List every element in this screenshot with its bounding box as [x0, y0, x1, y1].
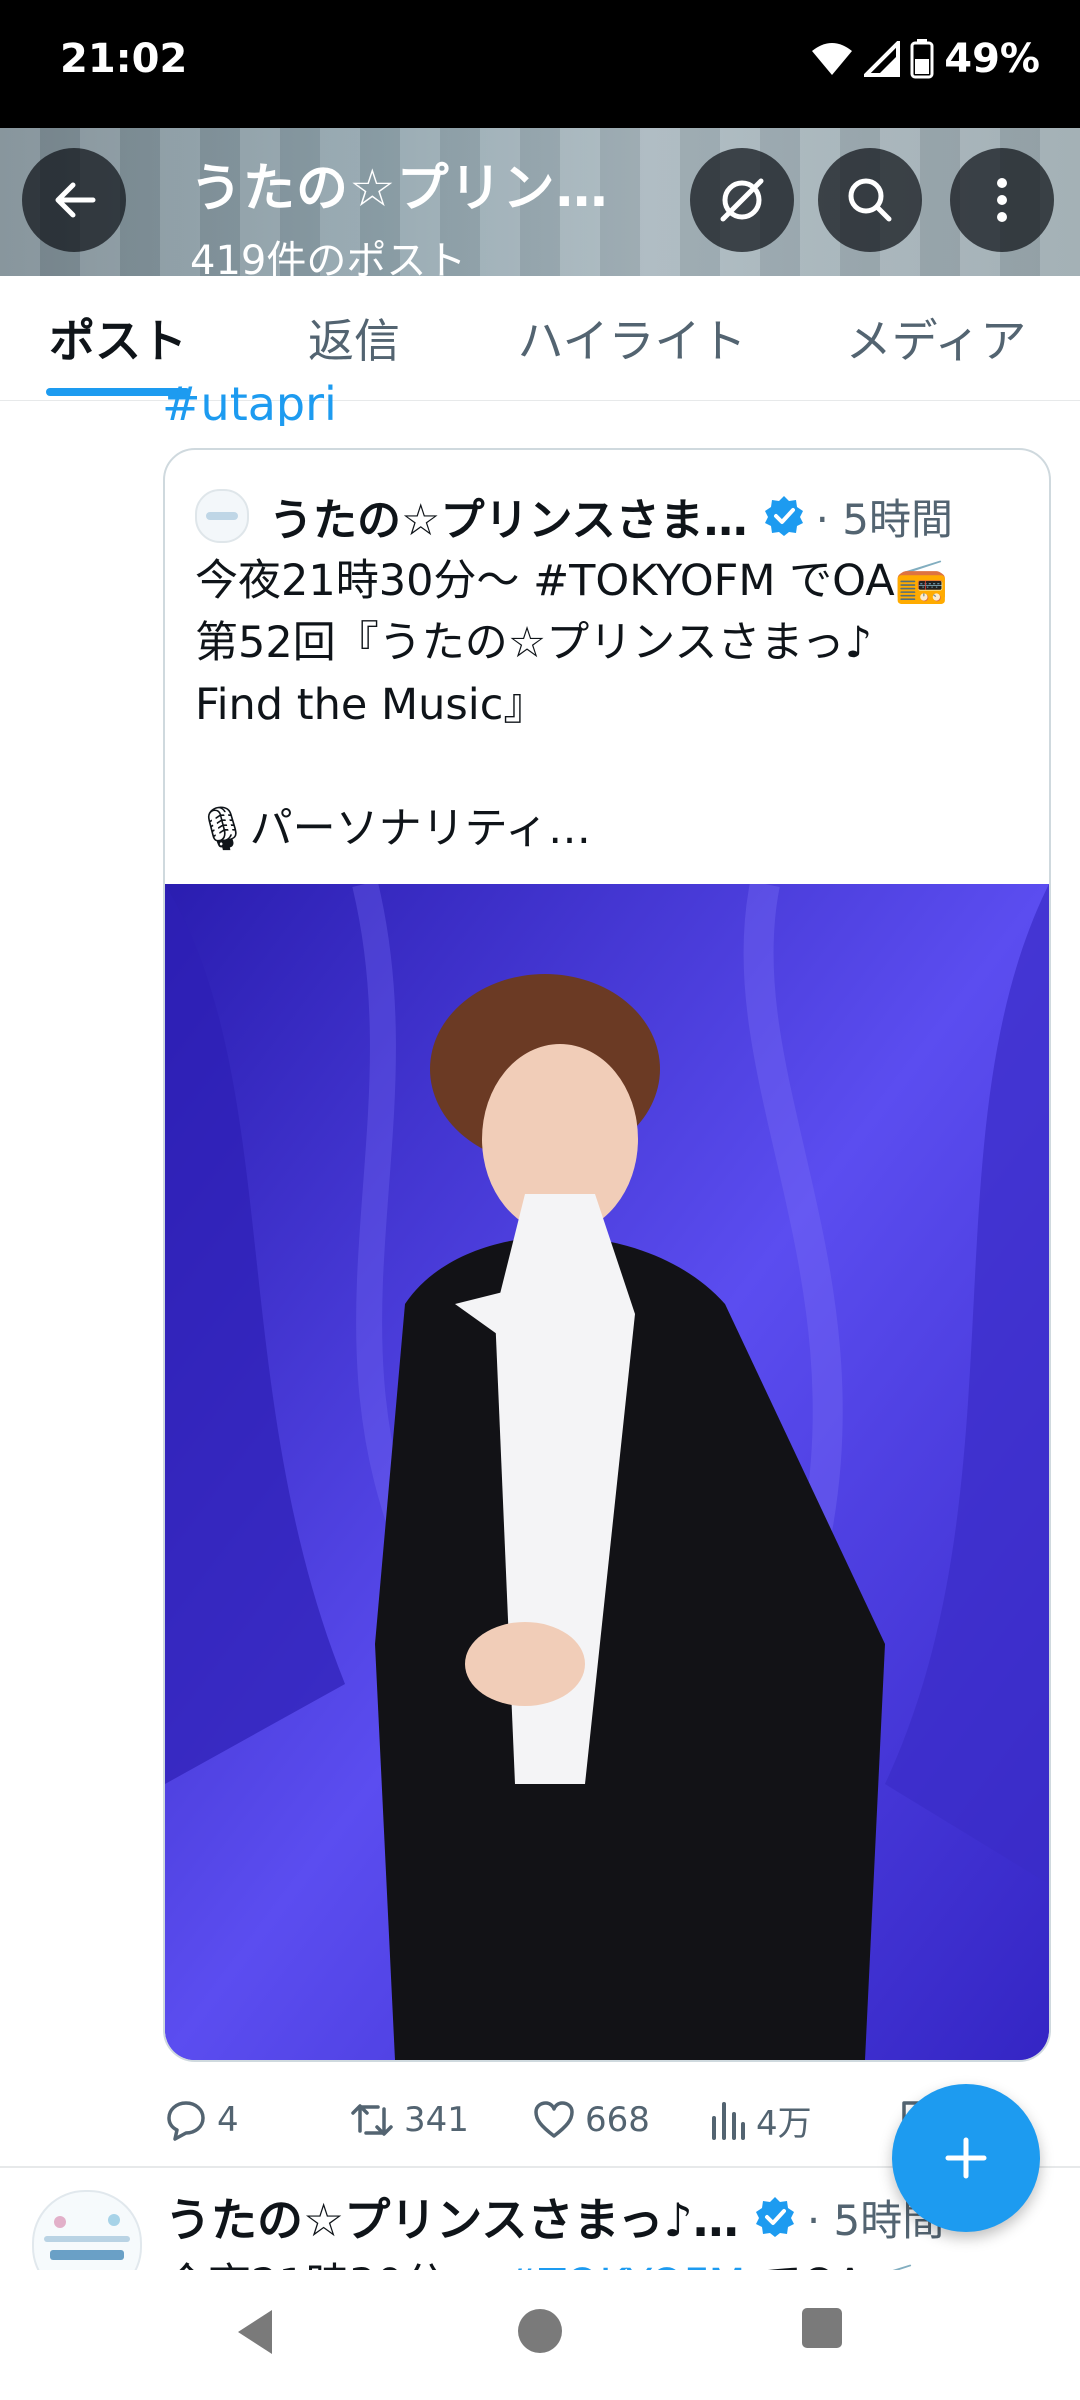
- person-photo-illustration: [165, 884, 1049, 2060]
- reply-count: 4: [217, 2100, 239, 2140]
- header-title: うたの☆プリン…: [190, 159, 609, 219]
- status-time: 21:02: [60, 36, 188, 82]
- quoted-author-avatar: [195, 489, 249, 543]
- post-photo[interactable]: [165, 884, 1049, 2060]
- post-text-line: 🎙パーソナリティ…: [195, 804, 592, 854]
- status-bar: 21:02 49%: [0, 0, 1080, 128]
- views-button[interactable]: 4万: [710, 2096, 812, 2145]
- nav-home-icon: [518, 2309, 562, 2353]
- next-post-header: うたの☆プリンスさまっ♪… · 5時間: [165, 2184, 944, 2250]
- view-count: 4万: [756, 2103, 812, 2144]
- post-text-line: 今夜21時30分〜 #TOKYOFM でOA📻: [195, 556, 949, 606]
- post-text-line: Find the Music』: [195, 680, 547, 730]
- quoted-post-card[interactable]: うたの☆プリンスさま… · 5時間 今夜21時30分〜 #TOKYOFM でOA…: [163, 448, 1051, 2062]
- tab-media[interactable]: メディア: [792, 276, 1080, 400]
- nav-recents-button[interactable]: [800, 2306, 844, 2354]
- bar-chart-icon: [712, 2102, 745, 2140]
- profile-header-banner: うたの☆プリン… 419件のポスト: [0, 128, 1080, 276]
- compose-post-button[interactable]: [892, 2084, 1040, 2232]
- signal-icon: [864, 41, 901, 77]
- system-nav-bar: [0, 2270, 1080, 2400]
- repost-count: 341: [404, 2100, 469, 2140]
- back-arrow-icon: [55, 182, 96, 218]
- like-button[interactable]: 668: [533, 2100, 650, 2140]
- nav-recents-icon: [802, 2308, 842, 2348]
- heart-icon: [534, 2101, 574, 2138]
- next-post-author: うたの☆プリンスさまっ♪…: [165, 2193, 739, 2247]
- tab-label: ハイライト: [517, 314, 747, 368]
- repost-button[interactable]: 341: [350, 2099, 469, 2141]
- post-text-line: 第52回『うたの☆プリンスさまっ♪: [195, 618, 873, 668]
- nav-back-button[interactable]: [232, 2306, 278, 2362]
- verified-badge-icon: [755, 2197, 794, 2237]
- more-vertical-icon: [997, 178, 1007, 222]
- quoted-post-time: · 5時間: [815, 494, 954, 544]
- grok-icon: [720, 178, 764, 222]
- grok-button[interactable]: [690, 148, 794, 252]
- logo-icon: [206, 512, 238, 520]
- status-icons: 49%: [810, 36, 1040, 82]
- wifi-icon: [812, 43, 853, 75]
- search-icon: [848, 178, 892, 222]
- header-post-count: 419件のポスト: [190, 238, 467, 276]
- repost-icon: [351, 2104, 393, 2136]
- tab-highlights[interactable]: ハイライト: [472, 276, 792, 400]
- verified-badge-icon: [764, 496, 803, 536]
- reply-button[interactable]: 4: [165, 2099, 239, 2141]
- quoted-post-text: 今夜21時30分〜 #TOKYOFM でOA📻 第52回『うたの☆プリンスさまっ…: [195, 550, 1025, 860]
- search-button[interactable]: [818, 148, 922, 252]
- tab-label: ポスト: [49, 314, 187, 368]
- tab-label: 返信: [308, 314, 400, 368]
- more-options-button[interactable]: [950, 148, 1054, 252]
- nav-back-icon: [238, 2310, 272, 2354]
- battery-icon: [910, 39, 934, 79]
- reply-icon: [167, 2101, 205, 2141]
- quoted-author-name: うたの☆プリンスさま…: [269, 495, 748, 546]
- battery-percent: 49%: [944, 36, 1040, 82]
- post-text-blank-line: [195, 736, 1025, 798]
- hashtag-link[interactable]: #utapri: [162, 382, 337, 426]
- back-button[interactable]: [22, 148, 126, 252]
- like-count: 668: [585, 2100, 650, 2140]
- nav-home-button[interactable]: [515, 2306, 565, 2360]
- quoted-post-header: うたの☆プリンスさま… · 5時間: [195, 484, 953, 548]
- tab-label: メディア: [845, 314, 1027, 368]
- plus-icon: [945, 2137, 987, 2179]
